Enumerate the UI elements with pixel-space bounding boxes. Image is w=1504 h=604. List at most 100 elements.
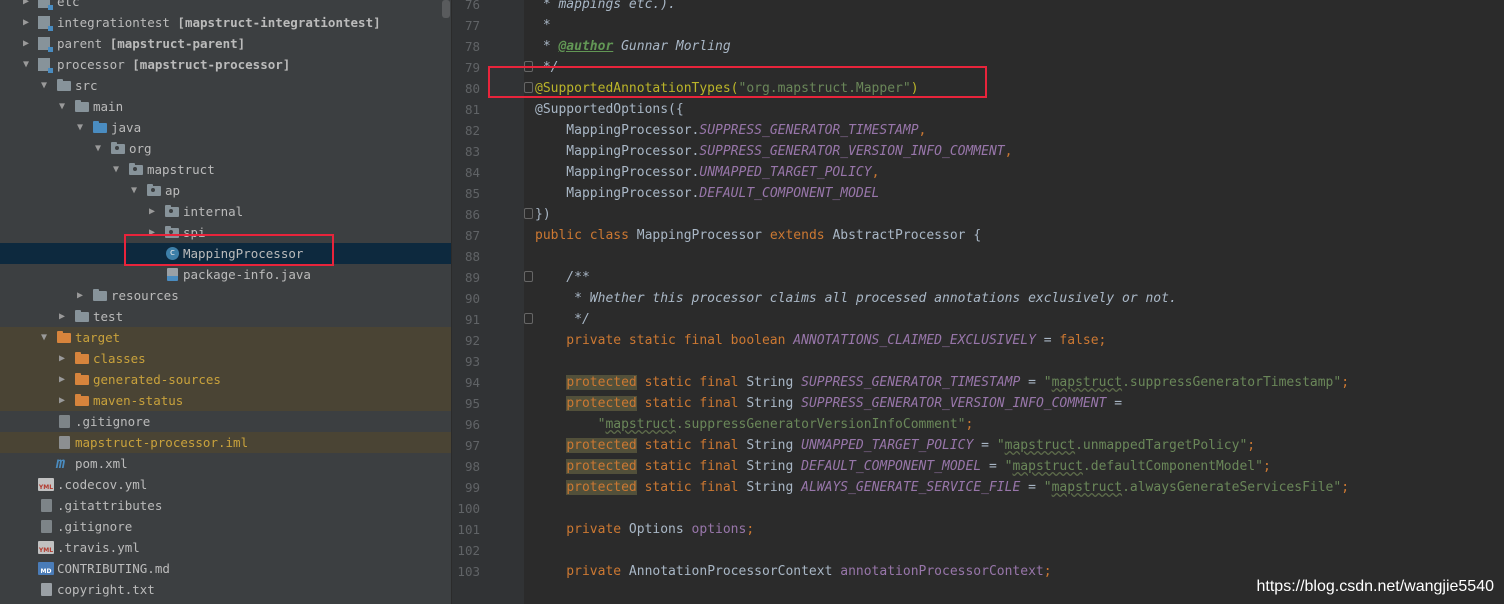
chevron-down-icon[interactable]: ▼ bbox=[74, 117, 86, 138]
keyword-token: protected bbox=[566, 480, 637, 495]
chevron-right-icon[interactable]: ▶ bbox=[74, 285, 86, 306]
tree-item-etc[interactable]: ▶ etc bbox=[0, 0, 451, 12]
code-line-78[interactable]: * @author Gunnar Morling bbox=[535, 36, 731, 57]
chevron-right-icon[interactable]: ▶ bbox=[146, 201, 158, 222]
code-line-84[interactable]: MappingProcessor.UNMAPPED_TARGET_POLICY, bbox=[535, 162, 879, 183]
string-literal: .suppressGeneratorVersionInfoComment" bbox=[675, 417, 966, 432]
chevron-right-icon[interactable]: ▶ bbox=[20, 0, 32, 12]
string-literal: mapstruct bbox=[605, 417, 676, 432]
tree-item-java[interactable]: ▼ java bbox=[0, 117, 451, 138]
code-line-77[interactable]: * bbox=[535, 15, 551, 36]
tree-item-gitattributes[interactable]: .gitattributes bbox=[0, 495, 451, 516]
maven-icon: m bbox=[56, 454, 66, 472]
code-line-81[interactable]: @SupportedOptions({ bbox=[535, 99, 684, 120]
code-line-87[interactable]: public class MappingProcessor extends Ab… bbox=[535, 225, 981, 246]
chevron-down-icon[interactable]: ▼ bbox=[20, 54, 32, 75]
chevron-right-icon[interactable]: ▶ bbox=[56, 306, 68, 327]
tree-item-generated-sources[interactable]: ▶ generated-sources bbox=[0, 369, 451, 390]
line-number: 97 bbox=[464, 438, 480, 453]
tree-item-src[interactable]: ▼ src bbox=[0, 75, 451, 96]
type-token: AnnotationProcessorContext bbox=[628, 564, 841, 579]
type-token: String bbox=[746, 375, 802, 390]
type-token: Options bbox=[628, 522, 692, 537]
chevron-right-icon[interactable]: ▶ bbox=[20, 12, 32, 33]
tree-item-ap[interactable]: ▼ ap bbox=[0, 180, 451, 201]
tree-item-integrationtest[interactable]: ▶ integrationtest [mapstruct-integration… bbox=[0, 12, 451, 33]
git-file-icon bbox=[59, 415, 70, 428]
chevron-right-icon[interactable]: ▶ bbox=[56, 369, 68, 390]
tree-item-maven-status[interactable]: ▶ maven-status bbox=[0, 390, 451, 411]
code-line-94[interactable]: protected static final String SUPPRESS_G… bbox=[535, 372, 1349, 393]
code-line-90[interactable]: * Whether this processor claims all proc… bbox=[535, 288, 1177, 309]
code-line-99[interactable]: protected static final String ALWAYS_GEN… bbox=[535, 477, 1349, 498]
code-line-86[interactable]: }) bbox=[535, 204, 551, 225]
fold-marker-icon[interactable] bbox=[524, 313, 533, 324]
tree-item-copyright[interactable]: copyright.txt bbox=[0, 579, 451, 600]
chevron-down-icon[interactable]: ▼ bbox=[38, 75, 50, 96]
code-line-92[interactable]: private static final boolean ANNOTATIONS… bbox=[535, 330, 1106, 351]
tree-item-resources[interactable]: ▶ resources bbox=[0, 285, 451, 306]
tree-item-test[interactable]: ▶ test bbox=[0, 306, 451, 327]
punct-token: ; bbox=[1247, 438, 1256, 453]
chevron-down-icon[interactable]: ▼ bbox=[92, 138, 104, 159]
comment-text: * bbox=[535, 18, 551, 33]
fold-marker-icon[interactable] bbox=[524, 208, 533, 219]
code-line-95[interactable]: protected static final String SUPPRESS_G… bbox=[535, 393, 1122, 414]
code-line-83[interactable]: MappingProcessor.SUPPRESS_GENERATOR_VERS… bbox=[535, 141, 1012, 162]
tree-item-travis[interactable]: YML .travis.yml bbox=[0, 537, 451, 558]
code-line-97[interactable]: protected static final String UNMAPPED_T… bbox=[535, 435, 1255, 456]
tree-item-pom[interactable]: m pom.xml bbox=[0, 453, 451, 474]
code-line-98[interactable]: protected static final String DEFAULT_CO… bbox=[535, 456, 1271, 477]
keyword-token: private static final boolean bbox=[535, 333, 794, 348]
constant-token: DEFAULT_COMPONENT_MODEL bbox=[699, 186, 880, 201]
code-line-76[interactable]: * mappings etc.). bbox=[535, 0, 676, 15]
tree-item-parent[interactable]: ▶ parent [mapstruct-parent] bbox=[0, 33, 451, 54]
tree-scrollbar[interactable] bbox=[442, 0, 450, 18]
constant-token: SUPPRESS_GENERATOR_TIMESTAMP bbox=[699, 123, 919, 138]
keyword-token: protected bbox=[566, 396, 637, 411]
chevron-right-icon[interactable]: ▶ bbox=[56, 390, 68, 411]
tree-item-mapstruct[interactable]: ▼ mapstruct bbox=[0, 159, 451, 180]
tree-item-label: package-info.java bbox=[183, 267, 311, 282]
chevron-right-icon[interactable]: ▶ bbox=[20, 33, 32, 54]
chevron-down-icon[interactable]: ▼ bbox=[110, 159, 122, 180]
constant-token: ANNOTATIONS_CLAIMED_EXCLUSIVELY bbox=[793, 333, 1036, 348]
code-line-85[interactable]: MappingProcessor.DEFAULT_COMPONENT_MODEL bbox=[535, 183, 879, 204]
keyword-token: static final bbox=[636, 375, 747, 390]
code-line-82[interactable]: MappingProcessor.SUPPRESS_GENERATOR_TIME… bbox=[535, 120, 926, 141]
chevron-down-icon[interactable]: ▼ bbox=[56, 96, 68, 117]
tree-item-gitignore-root[interactable]: .gitignore bbox=[0, 516, 451, 537]
code-line-103[interactable]: private AnnotationProcessorContext annot… bbox=[535, 561, 1051, 582]
code-line-89[interactable]: /** bbox=[535, 267, 590, 288]
code-line-91[interactable]: */ bbox=[535, 309, 590, 330]
tree-item-contributing[interactable]: MD CONTRIBUTING.md bbox=[0, 558, 451, 579]
line-number: 102 bbox=[457, 543, 480, 558]
chevron-down-icon[interactable]: ▼ bbox=[38, 327, 50, 348]
fold-marker-icon[interactable] bbox=[524, 271, 533, 282]
chevron-down-icon[interactable]: ▼ bbox=[128, 180, 140, 201]
line-number: 96 bbox=[464, 417, 480, 432]
tree-item-processor[interactable]: ▼ processor [mapstruct-processor] bbox=[0, 54, 451, 75]
tree-item-label: .gitignore bbox=[57, 519, 133, 534]
tree-item-main[interactable]: ▼ main bbox=[0, 96, 451, 117]
constant-token: UNMAPPED_TARGET_POLICY bbox=[801, 438, 974, 453]
tree-item-internal[interactable]: ▶ internal bbox=[0, 201, 451, 222]
javadoc-tag: @author bbox=[558, 39, 614, 54]
code-token: = bbox=[981, 459, 1005, 474]
tree-item-classes[interactable]: ▶ classes bbox=[0, 348, 451, 369]
tree-item-label: internal bbox=[183, 204, 244, 219]
code-line-96[interactable]: "mapstruct.suppressGeneratorVersionInfoC… bbox=[535, 414, 974, 435]
tree-item-org[interactable]: ▼ org bbox=[0, 138, 451, 159]
keyword-token: protected bbox=[566, 459, 637, 474]
tree-item-package-info[interactable]: package-info.java bbox=[0, 264, 451, 285]
tree-item-gitignore-processor[interactable]: .gitignore bbox=[0, 411, 451, 432]
chevron-right-icon[interactable]: ▶ bbox=[56, 348, 68, 369]
tree-item-label: .travis.yml bbox=[57, 540, 140, 555]
line-number: 82 bbox=[464, 123, 480, 138]
code-line-101[interactable]: private Options options; bbox=[535, 519, 754, 540]
tree-item-target[interactable]: ▼ target bbox=[0, 327, 451, 348]
excluded-folder-icon bbox=[75, 373, 89, 385]
tree-item-iml[interactable]: mapstruct-processor.iml bbox=[0, 432, 451, 453]
tree-item-codecov[interactable]: YML .codecov.yml bbox=[0, 474, 451, 495]
line-number: 89 bbox=[464, 270, 480, 285]
